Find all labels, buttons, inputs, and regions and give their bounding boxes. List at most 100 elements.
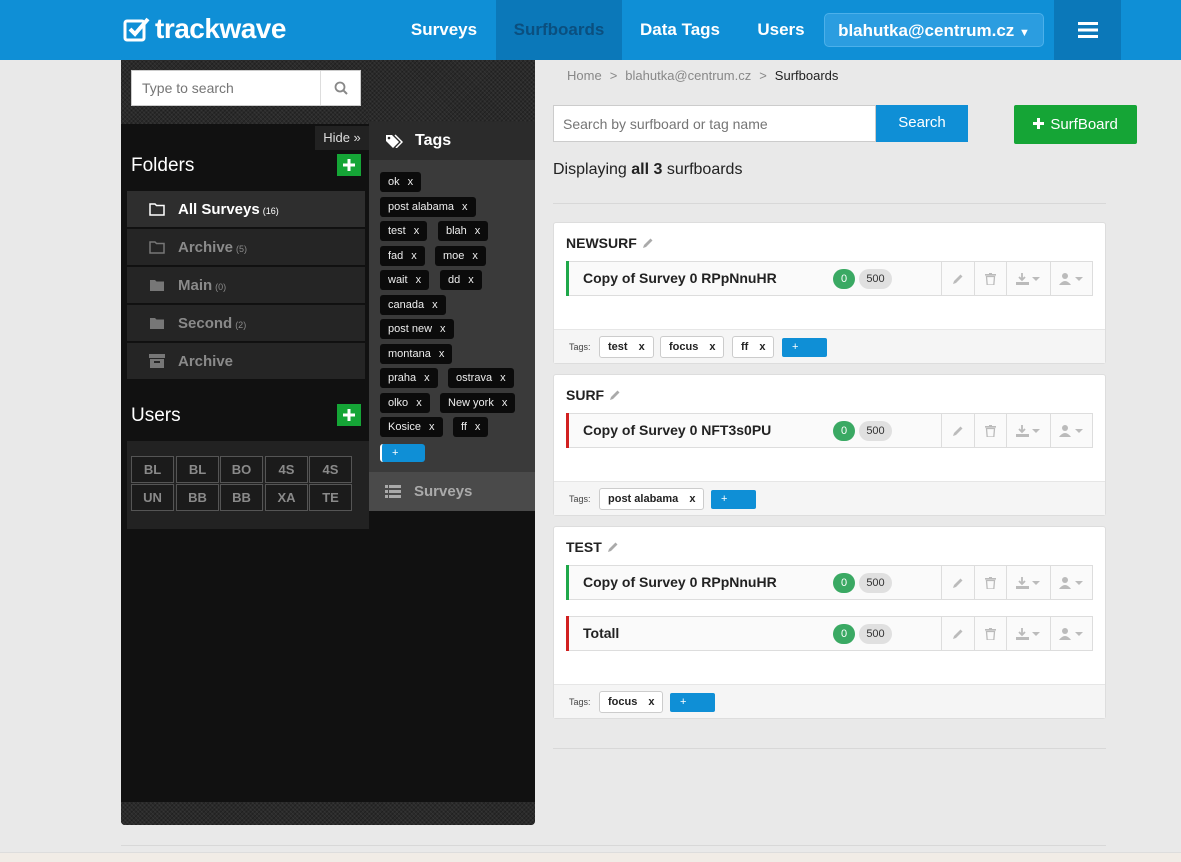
tag-remove[interactable]: x — [500, 372, 506, 384]
user-share-dropdown[interactable] — [1050, 414, 1093, 447]
user-avatar[interactable]: BB — [220, 484, 263, 511]
tag-chip[interactable]: olko x — [380, 393, 430, 413]
tag-chip[interactable]: ok x — [380, 172, 422, 192]
tag-remove[interactable]: x — [502, 397, 508, 409]
tag-chip[interactable]: ostrava x — [448, 368, 514, 388]
user-avatar[interactable]: 4S — [265, 456, 308, 483]
add-user-button[interactable] — [337, 404, 361, 426]
search-button[interactable]: Search — [876, 105, 968, 142]
survey-name[interactable]: Copy of Survey 0 RPpNnuHR — [583, 574, 777, 590]
breadcrumb-user[interactable]: blahutka@centrum.cz — [625, 68, 751, 83]
tag-remove[interactable]: x — [416, 274, 422, 286]
edit-survey-button[interactable] — [941, 617, 974, 650]
tag-remove[interactable]: x — [440, 323, 446, 335]
nav-surfboards[interactable]: Surfboards — [496, 0, 622, 60]
surfboard-search-input[interactable] — [554, 106, 875, 141]
tag-remove[interactable]: x — [475, 225, 481, 237]
user-share-dropdown[interactable] — [1050, 617, 1093, 650]
tag-chip[interactable]: post new x — [380, 319, 454, 339]
hide-sidebar-button[interactable]: Hide » — [315, 126, 369, 150]
tag-remove[interactable]: x — [432, 299, 438, 311]
add-tag-button[interactable]: + — [670, 693, 715, 712]
folder-archive[interactable]: Archive (5) — [127, 229, 365, 266]
tags-panel-header[interactable]: Tags — [369, 122, 535, 160]
delete-survey-button[interactable] — [974, 414, 1006, 447]
user-dropdown[interactable]: blahutka@centrum.cz ▼ — [824, 13, 1044, 47]
download-dropdown[interactable] — [1006, 566, 1050, 599]
tag-chip[interactable]: New york x — [440, 393, 516, 413]
tag-remove[interactable]: x — [759, 341, 765, 353]
tag-remove[interactable]: x — [648, 696, 654, 708]
folder-main[interactable]: Main (0) — [127, 267, 365, 304]
tag-chip[interactable]: montana x — [380, 344, 453, 364]
tag-chip[interactable]: blah x — [438, 221, 489, 241]
nav-surveys[interactable]: Surveys — [398, 0, 490, 60]
pencil-icon[interactable] — [607, 541, 619, 553]
delete-survey-button[interactable] — [974, 617, 1006, 650]
add-tag-button[interactable]: + — [711, 490, 756, 509]
folder-archive-box[interactable]: Archive — [127, 343, 365, 380]
tag-chip[interactable]: fad x — [380, 246, 425, 266]
tag-remove[interactable]: x — [411, 250, 417, 262]
tag-remove[interactable]: x — [462, 201, 468, 213]
nav-data-tags[interactable]: Data Tags — [628, 0, 732, 60]
download-dropdown[interactable] — [1006, 414, 1050, 447]
tag-chip[interactable]: Kosice x — [380, 417, 443, 437]
tag-chip[interactable]: ff x — [732, 336, 775, 358]
survey-row[interactable]: Copy of Survey 0 NFT3s0PU 0 500 — [566, 413, 1093, 448]
tag-remove[interactable]: x — [689, 493, 695, 505]
tag-chip[interactable]: focus x — [660, 336, 725, 358]
tag-chip[interactable]: moe x — [435, 246, 486, 266]
tag-remove[interactable]: x — [709, 341, 715, 353]
tag-remove[interactable]: x — [416, 397, 422, 409]
sidebar-search-input[interactable] — [132, 71, 320, 105]
pencil-icon[interactable] — [642, 237, 654, 249]
survey-row[interactable]: Copy of Survey 0 RPpNnuHR 0 500 — [566, 565, 1093, 600]
user-avatar[interactable]: BL — [131, 456, 174, 483]
tag-chip[interactable]: praha x — [380, 368, 438, 388]
tag-chip[interactable]: focus x — [599, 691, 664, 713]
add-tag-button[interactable]: + — [782, 338, 827, 357]
user-avatar[interactable]: BL — [176, 456, 219, 483]
user-avatar[interactable]: BB — [176, 484, 219, 511]
surveys-tab[interactable]: Surveys — [369, 472, 535, 511]
tag-remove[interactable]: x — [475, 421, 481, 433]
download-dropdown[interactable] — [1006, 262, 1050, 295]
delete-survey-button[interactable] — [974, 262, 1006, 295]
user-avatar[interactable]: TE — [309, 484, 352, 511]
tag-chip[interactable]: wait x — [380, 270, 430, 290]
survey-name[interactable]: Totall — [583, 625, 619, 641]
tag-chip[interactable]: test x — [599, 336, 654, 358]
survey-row[interactable]: Totall 0 500 — [566, 616, 1093, 651]
tag-chip[interactable]: test x — [380, 221, 428, 241]
user-share-dropdown[interactable] — [1050, 262, 1093, 295]
folder-all-surveys[interactable]: All Surveys (16) — [127, 191, 365, 228]
edit-survey-button[interactable] — [941, 566, 974, 599]
tag-remove[interactable]: x — [639, 341, 645, 353]
add-tag-button[interactable]: + — [380, 444, 425, 462]
pencil-icon[interactable] — [609, 389, 621, 401]
delete-survey-button[interactable] — [974, 566, 1006, 599]
sidebar-search-button[interactable] — [320, 71, 360, 105]
menu-button[interactable] — [1054, 0, 1121, 60]
tag-chip[interactable]: post alabama x — [380, 197, 476, 217]
tag-chip[interactable]: canada x — [380, 295, 446, 315]
tag-remove[interactable]: x — [414, 225, 420, 237]
tag-remove[interactable]: x — [429, 421, 435, 433]
tag-remove[interactable]: x — [468, 274, 474, 286]
user-avatar[interactable]: BO — [220, 456, 263, 483]
add-folder-button[interactable] — [337, 154, 361, 176]
folder-second[interactable]: Second (2) — [127, 305, 365, 342]
user-avatar[interactable]: 4S — [309, 456, 352, 483]
survey-row[interactable]: Copy of Survey 0 RPpNnuHR 0 500 — [566, 261, 1093, 296]
add-surfboard-button[interactable]: SurfBoard — [1014, 105, 1137, 144]
edit-survey-button[interactable] — [941, 262, 974, 295]
tag-remove[interactable]: x — [424, 372, 430, 384]
brand-logo[interactable]: trackwave — [123, 12, 286, 46]
tag-remove[interactable]: x — [439, 348, 445, 360]
tag-chip[interactable]: ff x — [453, 417, 489, 437]
breadcrumb-home[interactable]: Home — [567, 68, 602, 83]
download-dropdown[interactable] — [1006, 617, 1050, 650]
edit-survey-button[interactable] — [941, 414, 974, 447]
survey-name[interactable]: Copy of Survey 0 NFT3s0PU — [583, 422, 771, 438]
